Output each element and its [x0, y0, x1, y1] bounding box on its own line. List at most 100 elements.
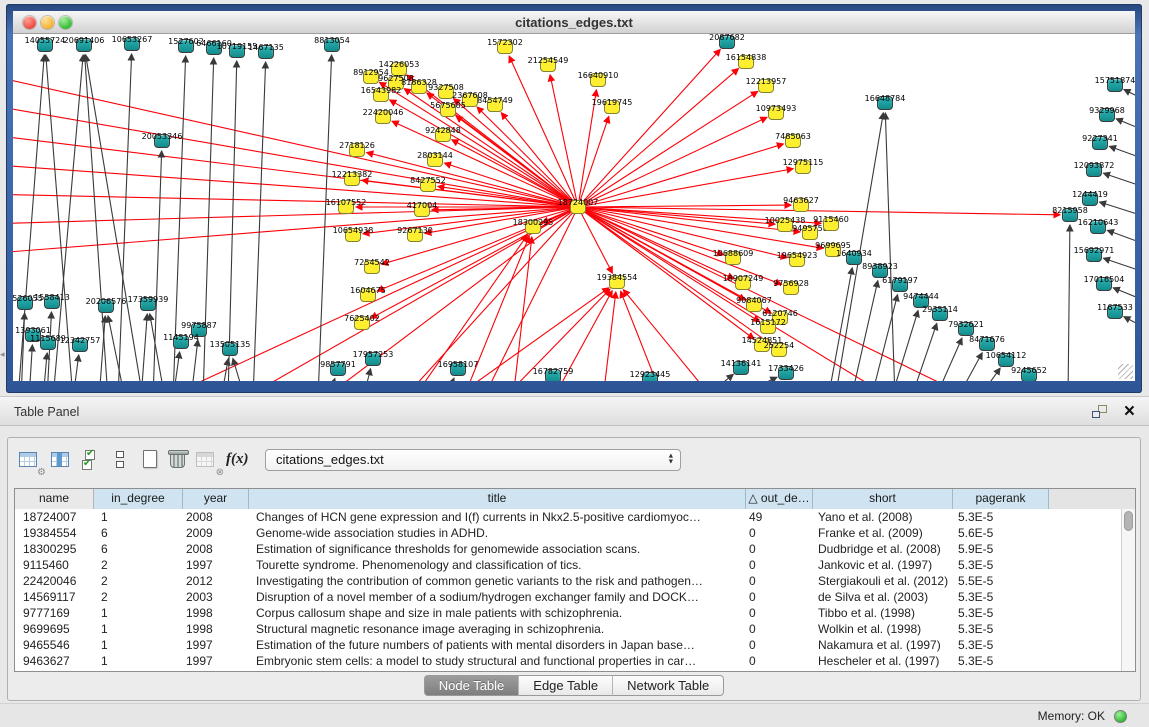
network-node-label: 18907249: [723, 275, 764, 283]
network-edge[interactable]: [153, 151, 162, 381]
network-edge[interactable]: [851, 281, 878, 381]
network-edge[interactable]: [392, 121, 578, 207]
network-edge[interactable]: [957, 353, 982, 381]
table-row[interactable]: 946554611997Estimation of the future num…: [15, 637, 1121, 653]
network-node-label: 8938923: [862, 263, 898, 271]
table-row[interactable]: 911546021997Tourette syndrome. Phenomeno…: [15, 557, 1121, 573]
network-edge[interactable]: [318, 55, 332, 381]
tab-edge-table[interactable]: Edge Table: [519, 675, 613, 696]
network-edge[interactable]: [141, 314, 147, 381]
select-rows-icon[interactable]: ✔ ✔: [79, 448, 105, 474]
table-combo[interactable]: citations_edges.txt ▲▼: [265, 449, 681, 471]
table-row[interactable]: 977716911998Corpus callosum shape and si…: [15, 605, 1121, 621]
column-header-out_degree[interactable]: △ out_de…: [746, 489, 813, 509]
vertical-scrollbar[interactable]: [1121, 509, 1135, 671]
network-edge[interactable]: [509, 56, 578, 207]
network-edge[interactable]: [731, 377, 777, 381]
column-header-year[interactable]: year: [183, 489, 249, 509]
network-edge[interactable]: [1100, 202, 1135, 219]
function-builder-icon[interactable]: f(x): [226, 448, 252, 474]
network-edge[interactable]: [578, 205, 791, 207]
network-edge[interactable]: [73, 355, 79, 381]
cell-year: 2008: [183, 509, 249, 525]
window-title: citations_edges.txt: [13, 11, 1135, 34]
minimize-button[interactable]: [41, 16, 54, 29]
network-edge[interactable]: [253, 62, 266, 381]
new-table-icon[interactable]: [138, 448, 164, 474]
row-height-icon[interactable]: [108, 448, 134, 474]
network-window-titlebar[interactable]: citations_edges.txt: [13, 11, 1135, 34]
table-row[interactable]: 1830029562008Estimation of significance …: [15, 541, 1121, 557]
network-window[interactable]: citations_edges.txt 18724007183002951938…: [6, 4, 1142, 393]
table-row[interactable]: 1938455462009Genome-wide association stu…: [15, 525, 1121, 541]
table-row[interactable]: 1456911722003Disruption of a novel membe…: [15, 589, 1121, 605]
table-row[interactable]: 2242004622012Investigating the contribut…: [15, 573, 1121, 589]
network-edge[interactable]: [43, 353, 47, 381]
column-header-in_degree[interactable]: in_degree: [94, 489, 183, 509]
table-row[interactable]: 1872400712008Changes of HCN gene express…: [15, 509, 1121, 525]
network-node-label: 16640910: [578, 72, 619, 80]
network-edge[interactable]: [1109, 146, 1135, 162]
delete-table-icon[interactable]: [166, 448, 192, 474]
network-node-label: 7485063: [775, 133, 811, 141]
network-edge[interactable]: [1116, 119, 1135, 134]
network-edge[interactable]: [1113, 288, 1135, 304]
float-panel-icon[interactable]: [1092, 405, 1107, 418]
network-edge[interactable]: [885, 113, 895, 381]
network-edge[interactable]: [578, 207, 787, 258]
network-edge[interactable]: [328, 378, 335, 381]
import-table-icon[interactable]: ⊗: [194, 448, 220, 474]
close-panel-icon[interactable]: ×: [1124, 399, 1135, 425]
network-edge[interactable]: [108, 316, 125, 381]
tab-node-table[interactable]: Node Table: [424, 675, 520, 696]
memory-status-led[interactable]: [1114, 710, 1127, 723]
network-canvas[interactable]: 1872400718300295193845541422605389129549…: [13, 34, 1135, 381]
network-edge[interactable]: [603, 292, 616, 381]
select-columns-icon[interactable]: [49, 448, 75, 474]
network-edge[interactable]: [513, 237, 532, 381]
network-edge[interactable]: [935, 338, 962, 381]
network-edge[interactable]: [621, 291, 663, 381]
collapse-panel-arrow-icon[interactable]: ◂: [0, 349, 5, 360]
network-edge[interactable]: [703, 374, 733, 381]
cell-pagerank: 5.3E-5: [953, 589, 1049, 605]
network-edge[interactable]: [1068, 225, 1070, 381]
network-edge[interactable]: [228, 61, 237, 381]
table-row[interactable]: 946362711997Embryonic stem cells: a mode…: [15, 653, 1121, 669]
network-edge[interactable]: [978, 368, 1000, 381]
table-tabs: Node TableEdge TableNetwork Table: [8, 675, 1140, 696]
network-edge[interactable]: [363, 369, 371, 381]
network-edge[interactable]: [1103, 173, 1135, 190]
column-header-pagerank[interactable]: pagerank: [953, 489, 1049, 509]
column-header-short[interactable]: short: [813, 489, 953, 509]
network-edge[interactable]: [578, 117, 767, 207]
tab-network-table[interactable]: Network Table: [613, 675, 724, 696]
cell-in_degree: 1: [94, 605, 183, 621]
column-header-title[interactable]: title: [249, 489, 746, 509]
network-edge[interactable]: [445, 378, 454, 381]
close-button[interactable]: [23, 16, 36, 29]
table-settings-icon[interactable]: ⚙: [17, 448, 43, 474]
column-header-name[interactable]: name: [15, 489, 94, 509]
network-edge[interactable]: [1124, 317, 1135, 332]
network-edge[interactable]: [550, 75, 578, 207]
network-node-label: 417004: [407, 202, 438, 210]
network-edge[interactable]: [150, 314, 165, 381]
cell-in_degree: 6: [94, 541, 183, 557]
resize-grip[interactable]: [1118, 364, 1133, 379]
network-edge[interactable]: [1103, 258, 1135, 275]
zoom-button[interactable]: [59, 16, 72, 29]
network-edge[interactable]: [623, 290, 713, 381]
network-edge[interactable]: [1107, 230, 1135, 247]
network-edge[interactable]: [911, 323, 937, 381]
network-edge[interactable]: [1124, 89, 1135, 104]
network-edge[interactable]: [13, 104, 578, 207]
network-edge[interactable]: [118, 54, 132, 381]
network-edge[interactable]: [29, 345, 32, 381]
scrollbar-thumb[interactable]: [1124, 511, 1133, 531]
network-edge[interactable]: [452, 140, 578, 207]
network-edge[interactable]: [191, 340, 198, 381]
table-row[interactable]: 969969511998Structural magnetic resonanc…: [15, 621, 1121, 637]
cell-year: 1997: [183, 557, 249, 573]
network-edge[interactable]: [828, 268, 852, 381]
